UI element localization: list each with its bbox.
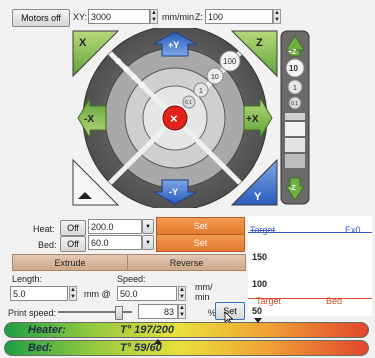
mm-at-label: mm @ [84, 289, 111, 299]
length-label: Length: [12, 274, 43, 284]
speed-stepper[interactable]: ▲ ▼ [178, 286, 186, 301]
feed-units-label: mm/min [162, 12, 194, 22]
z-step-10-label: 10 [289, 64, 298, 73]
z-feed-stepper[interactable]: ▲ ▼ [273, 9, 281, 24]
bed-off-button[interactable]: Off [60, 236, 86, 252]
graph-legend-target-bottom: Target [256, 296, 282, 306]
graph-tick-150: 150 [252, 252, 268, 262]
xy-feed-stepper[interactable]: ▲ ▼ [150, 9, 158, 24]
step-01-label: 0.1 [185, 100, 192, 106]
step-100-button[interactable]: 100 [219, 50, 241, 72]
speed-units-line2: min [195, 292, 210, 302]
z-step-01-label: 0.1 [291, 101, 298, 107]
heat-target-select[interactable]: 200.0 [88, 219, 142, 234]
bed-set-button[interactable]: Set [156, 234, 245, 252]
bed-marker-icon [154, 339, 162, 344]
graph-tick-100: 100 [252, 279, 268, 289]
step-10-button[interactable]: 10 [206, 67, 224, 85]
heat-set-button[interactable]: Set [156, 217, 245, 235]
print-speed-input[interactable]: 83 [138, 304, 178, 319]
heat-off-button[interactable]: Off [60, 220, 86, 236]
jog-control: X Z Y +Y -Y -X +X 100 10 1 0.1 × [72, 28, 278, 208]
z-feed-label: Z: [195, 12, 203, 22]
print-speed-label: Print speed: [8, 308, 57, 318]
bed-dropdown-icon[interactable]: ▼ [142, 235, 154, 250]
xy-feed-input[interactable]: 3000 [88, 9, 150, 24]
jog-x-minus-label: -X [84, 114, 94, 125]
z-step-segment [285, 122, 305, 136]
heater-marker-icon [254, 318, 262, 323]
bed-status-label: Bed: [28, 342, 53, 354]
step-1-button[interactable]: 1 [193, 82, 209, 98]
jog-z-minus-label: -Z [289, 185, 296, 192]
home-z-label: Z [256, 37, 263, 49]
speed-label: Speed: [117, 274, 146, 284]
print-speed-stepper[interactable]: ▲ ▼ [178, 304, 186, 319]
graph-tick-50: 50 [252, 306, 263, 316]
home-x-label: X [79, 37, 87, 49]
jog-z-plus-label: +Z [288, 49, 297, 56]
jog-y-plus-label: +Y [168, 40, 179, 50]
z-step-segment [285, 154, 305, 168]
bed-label: Bed: [38, 240, 57, 250]
bed-status-bar [4, 340, 369, 356]
bed-target-select[interactable]: 60.0 [88, 235, 142, 250]
length-stepper[interactable]: ▲ ▼ [69, 286, 77, 301]
motors-off-button[interactable]: Motors off [12, 9, 70, 27]
z-step-segment [285, 138, 305, 152]
heater-status-value: T° 197/200 [120, 324, 174, 336]
step-1-label: 1 [199, 88, 203, 95]
z-step-segment [285, 113, 305, 120]
extrude-button[interactable]: Extrude [12, 254, 128, 271]
home-y-label: Y [254, 191, 262, 203]
z-feed-input[interactable]: 100 [205, 9, 273, 24]
reverse-button[interactable]: Reverse [127, 254, 246, 271]
step-01-button[interactable]: 0.1 [182, 95, 196, 109]
z-step-1-label: 1 [293, 85, 297, 92]
jog-y-minus-label: -Y [169, 187, 178, 197]
heater-status-label: Heater: [28, 324, 66, 336]
z-step-01-button[interactable]: 0.1 [288, 96, 302, 110]
stop-icon: × [170, 111, 178, 126]
z-step-1-button[interactable]: 1 [287, 79, 303, 95]
jog-x-plus-label: +X [246, 114, 259, 125]
graph-legend-bed: Bed [326, 296, 343, 306]
step-100-label: 100 [223, 57, 237, 66]
speed-units-line1: mm/ [195, 282, 213, 292]
print-speed-slider-thumb[interactable] [115, 306, 124, 320]
speed-input[interactable]: 50.0 [117, 286, 177, 301]
z-step-10-button[interactable]: 10 [285, 58, 305, 78]
heat-dropdown-icon[interactable]: ▼ [142, 219, 154, 234]
z-jog-column: +Z 10 1 0.1 -Z [280, 30, 310, 205]
graph-legend-ex0: Ex0 [345, 225, 361, 235]
heat-label: Heat: [33, 224, 55, 234]
length-input[interactable]: 5.0 [10, 286, 68, 301]
graph-legend-target-top: Target [250, 225, 276, 235]
stop-button[interactable]: × [162, 105, 188, 131]
xy-feed-label: XY: [73, 12, 88, 22]
step-10-label: 10 [211, 74, 219, 81]
